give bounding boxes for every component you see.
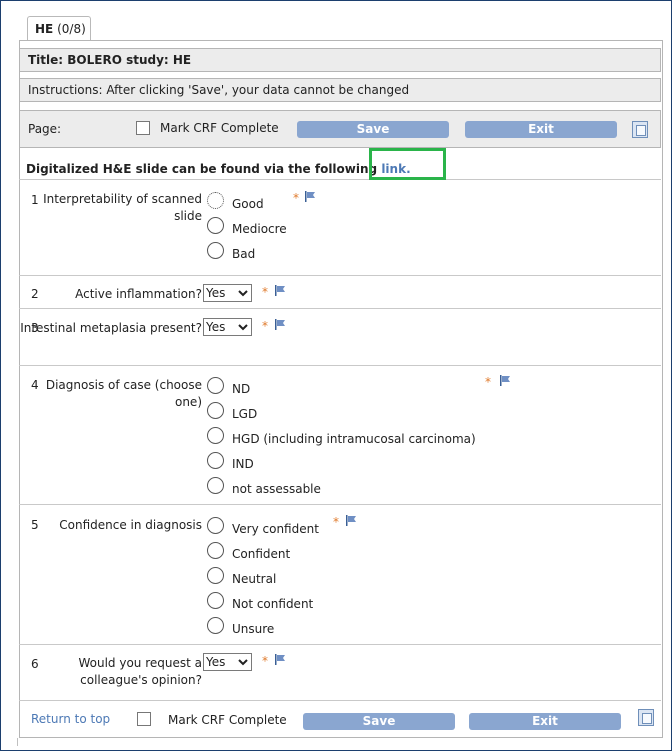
q2-label: Active inflammation? (75, 287, 202, 301)
required-asterisk: * (293, 191, 299, 205)
q4-option-hgd: HGD (including intramucosal carcinoma) (232, 432, 476, 446)
save-button[interactable]: Save (297, 121, 449, 138)
chevron-down-icon (238, 324, 248, 331)
flag-icon[interactable] (305, 191, 316, 202)
divider (19, 365, 661, 366)
flag-icon[interactable] (275, 319, 286, 330)
q3-label: Intestinal metaplasia present? (20, 321, 202, 335)
q5-option-neutral: Neutral (232, 572, 277, 586)
page-label: Page: (28, 122, 62, 136)
required-asterisk: * (333, 515, 339, 529)
q4-radio-ind[interactable] (207, 452, 224, 469)
q5-radio-unsure[interactable] (207, 617, 224, 634)
q4-option-lgd: LGD (232, 407, 258, 421)
footer-exit-button[interactable]: Exit (469, 713, 621, 730)
flag-icon[interactable] (275, 285, 286, 296)
footer-save-button[interactable]: Save (303, 713, 455, 730)
chevron-down-icon (238, 290, 248, 297)
q1-option-good: Good (232, 197, 264, 211)
q1-option-mediocre: Mediocre (232, 222, 287, 236)
q2-select[interactable]: Yes (203, 284, 252, 302)
required-asterisk: * (262, 319, 268, 333)
q3-select[interactable]: Yes (203, 318, 252, 336)
flag-icon[interactable] (275, 654, 286, 665)
q6-label: Would you request a colleague's opinion? (78, 656, 202, 687)
q5-option-very-confident: Very confident (232, 522, 319, 536)
q5-radio-not-confident[interactable] (207, 592, 224, 609)
q4-radio-nd[interactable] (207, 377, 224, 394)
divider (19, 275, 661, 276)
q2-select-value: Yes (206, 286, 226, 300)
mark-complete-label: Mark CRF Complete (160, 121, 279, 135)
q5-radio-neutral[interactable] (207, 567, 224, 584)
q1-radio-bad[interactable] (207, 242, 224, 259)
q4-label: Diagnosis of case (choose one) (45, 378, 202, 409)
q4-option-not-assessable: not assessable (232, 482, 321, 496)
footer-mark-complete-checkbox[interactable] (137, 712, 151, 726)
q4-option-nd: ND (232, 382, 251, 396)
q4-radio-hgd[interactable] (207, 427, 224, 444)
footer-mark-complete-label: Mark CRF Complete (168, 713, 287, 727)
q3-select-value: Yes (206, 320, 226, 334)
slide-link-row: Digitalized H&E slide can be found via t… (19, 158, 661, 180)
chevron-down-icon (238, 659, 248, 666)
q4-radio-lgd[interactable] (207, 402, 224, 419)
q4-radio-not-assessable[interactable] (207, 477, 224, 494)
tab-he[interactable]: HE (0/8) (27, 16, 91, 40)
return-to-top-link[interactable]: Return to top (31, 712, 110, 726)
q5-radio-confident[interactable] (207, 542, 224, 559)
q1-radio-good[interactable] (207, 192, 224, 209)
divider (19, 504, 661, 505)
mark-complete-checkbox[interactable] (136, 121, 150, 135)
q6-select-value: Yes (206, 655, 226, 669)
divider (19, 644, 661, 645)
q5-option-confident: Confident (232, 547, 291, 561)
required-asterisk: * (262, 654, 268, 668)
q4-option-ind: IND (232, 457, 254, 471)
q5-radio-very-confident[interactable] (207, 517, 224, 534)
q6-select[interactable]: Yes (203, 653, 252, 671)
instructions: Instructions: After clicking 'Save', you… (19, 78, 661, 102)
divider (19, 700, 661, 701)
tab-count: (0/8) (57, 22, 86, 36)
q1-label: Interpretability of scanned slide (43, 192, 202, 223)
document-icon[interactable] (632, 121, 648, 138)
form-title: Title: BOLERO study: HE (19, 48, 661, 72)
edge-marker (17, 738, 18, 746)
divider (19, 308, 661, 309)
q1-option-bad: Bad (232, 247, 256, 261)
required-asterisk: * (485, 375, 491, 389)
document-icon[interactable] (638, 709, 654, 726)
q1-radio-mediocre[interactable] (207, 217, 224, 234)
q5-option-unsure: Unsure (232, 622, 275, 636)
exit-button[interactable]: Exit (465, 121, 617, 138)
flag-icon[interactable] (500, 375, 511, 386)
q5-option-not-confident: Not confident (232, 597, 314, 611)
tab-name: HE (35, 22, 54, 36)
slide-link-text: Digitalized H&E slide can be found via t… (26, 162, 378, 176)
q5-label: Confidence in diagnosis (59, 518, 202, 532)
link-highlight-box (369, 148, 446, 180)
flag-icon[interactable] (346, 515, 357, 526)
required-asterisk: * (262, 285, 268, 299)
